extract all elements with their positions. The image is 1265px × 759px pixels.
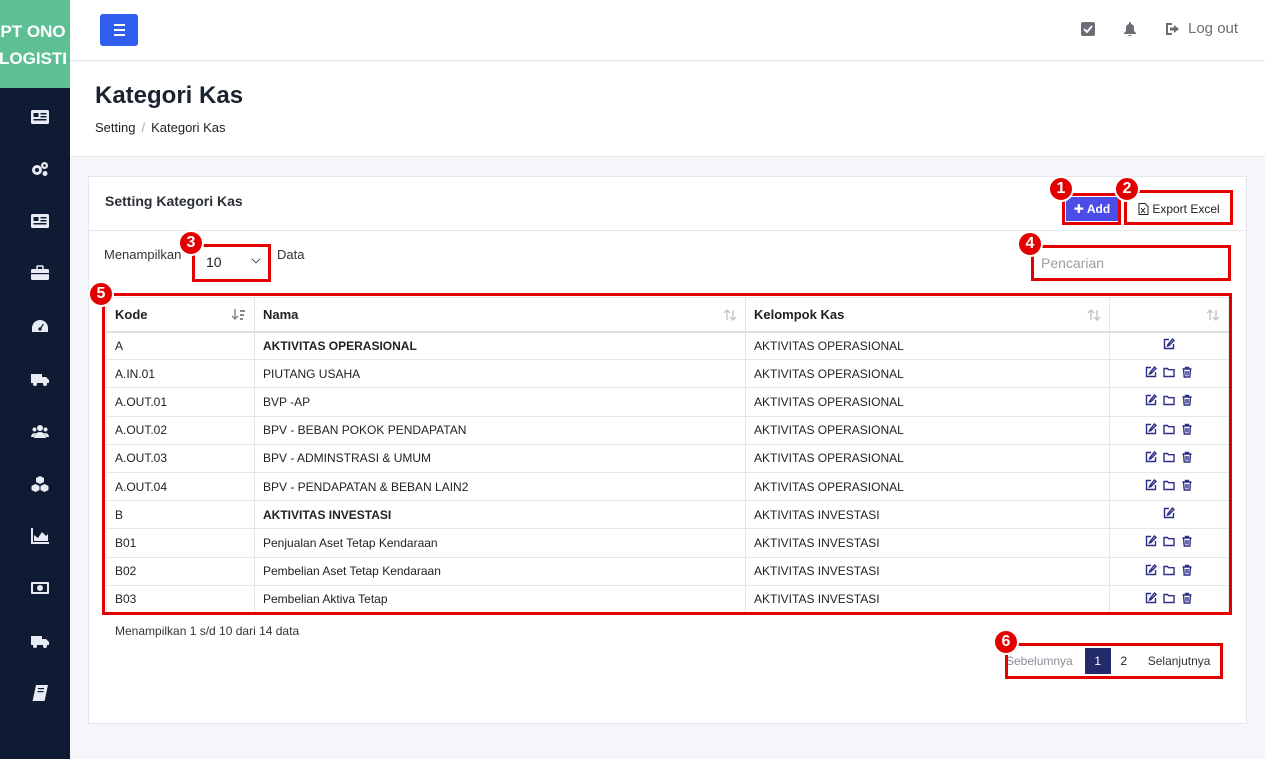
users-icon[interactable] [30, 423, 50, 439]
annotation-badge-4: 4 [1017, 231, 1043, 257]
briefcase-icon[interactable] [30, 265, 50, 281]
show-entries-label: Menampilkan [104, 247, 182, 262]
cubes-icon[interactable] [30, 476, 50, 492]
brand-line-1: PT ONO [0, 22, 66, 41]
card-divider [89, 230, 1246, 231]
annotation-box-table [102, 293, 1232, 615]
checkbox-icon[interactable] [1081, 22, 1097, 38]
page-header: Kategori Kas Setting / Kategori Kas [70, 62, 1265, 157]
sign-out-icon [1166, 22, 1179, 35]
id-card-icon[interactable] [30, 109, 50, 125]
dashboard-icon[interactable] [30, 318, 50, 334]
breadcrumb-separator: / [141, 120, 146, 135]
annotation-box-search [1031, 245, 1231, 281]
breadcrumb: Setting / Kategori Kas [95, 120, 226, 135]
sidebar: PT ONO LOGISTI [0, 0, 70, 759]
book-icon[interactable] [30, 685, 50, 701]
truck-icon[interactable] [30, 371, 50, 387]
table-info: Menampilkan 1 s/d 10 dari 14 data [115, 624, 300, 638]
card-title: Setting Kategori Kas [105, 193, 243, 209]
money-icon[interactable] [30, 580, 50, 596]
annotation-box-add [1062, 193, 1121, 225]
chart-icon[interactable] [30, 528, 50, 544]
annotation-box-page-size [192, 244, 271, 282]
logout-button[interactable]: Log out [1166, 20, 1238, 37]
annotation-badge-5: 5 [88, 281, 114, 307]
breadcrumb-current: Kategori Kas [151, 120, 226, 135]
id-card-icon[interactable] [30, 213, 50, 229]
bell-icon[interactable] [1123, 22, 1139, 38]
truck-icon[interactable] [30, 633, 50, 649]
annotation-badge-2: 2 [1114, 176, 1140, 202]
annotation-box-export [1124, 190, 1233, 225]
menu-toggle-button[interactable] [100, 14, 138, 46]
cogs-icon[interactable] [30, 161, 50, 177]
breadcrumb-setting[interactable]: Setting [95, 120, 135, 135]
page-title: Kategori Kas [95, 82, 244, 109]
data-label: Data [277, 247, 305, 262]
logout-label: Log out [1188, 20, 1239, 37]
brand-logo[interactable]: PT ONO LOGISTI [0, 0, 70, 88]
brand-line-2: LOGISTI [0, 49, 67, 68]
topbar: Log out [70, 0, 1265, 61]
annotation-badge-6: 6 [993, 629, 1019, 655]
annotation-badge-3: 3 [178, 230, 204, 256]
annotation-box-pagination [1005, 643, 1223, 679]
annotation-badge-1: 1 [1048, 176, 1074, 202]
